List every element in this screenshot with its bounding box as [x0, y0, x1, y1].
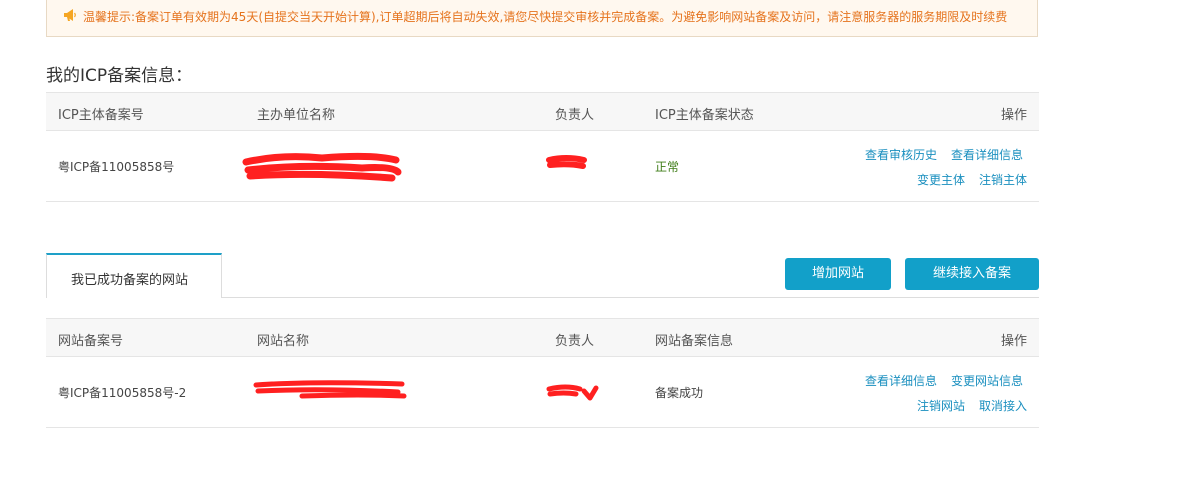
- redaction-mark: [242, 152, 402, 182]
- notice-text: 温馨提示:备案订单有效期为45天(自提交当天开始计算),订单超期后将自动失效,请…: [83, 10, 1008, 24]
- change-site-info-link[interactable]: 变更网站信息: [951, 372, 1023, 389]
- col-site-info: 网站备案信息: [655, 334, 734, 349]
- cancel-entity-link[interactable]: 注销主体: [979, 171, 1027, 188]
- cancel-site-link[interactable]: 注销网站: [917, 397, 965, 414]
- cancel-access-link[interactable]: 取消接入: [979, 397, 1027, 414]
- view-review-history-link[interactable]: 查看审核历史: [865, 146, 937, 163]
- icp-record-no: 粤ICP备11005858号: [58, 160, 175, 174]
- view-site-details-link[interactable]: 查看详细信息: [865, 372, 937, 389]
- tab-divider: [222, 297, 1039, 298]
- change-entity-link[interactable]: 变更主体: [917, 171, 965, 188]
- add-site-button[interactable]: 增加网站: [785, 258, 891, 290]
- redaction-mark: [546, 155, 587, 169]
- col-site-name: 网站名称: [257, 334, 310, 349]
- col-actions: 操作: [1000, 108, 1027, 123]
- site-filing-info: 备案成功: [655, 386, 704, 400]
- col-icp-status: ICP主体备案状态: [655, 108, 754, 123]
- col-icp-record-no: ICP主体备案号: [58, 108, 144, 123]
- redaction-mark: [253, 380, 407, 399]
- icp-table-header: ICP主体备案号 主办单位名称 负责人 ICP主体备案状态 操作: [46, 92, 1039, 131]
- col-owner: 负责人: [555, 108, 595, 123]
- redaction-mark: [546, 384, 599, 401]
- col-site-owner: 负责人: [555, 334, 595, 349]
- col-organizer-name: 主办单位名称: [257, 108, 336, 123]
- icp-status: 正常: [655, 160, 680, 174]
- tab-registered-sites[interactable]: 我已成功备案的网站: [46, 253, 222, 298]
- col-site-actions: 操作: [1000, 334, 1027, 349]
- table-row: 粤ICP备11005858号 正常 查看审核历史 查看详细信息 变更主体 注销主…: [46, 131, 1039, 202]
- icp-section-title: 我的ICP备案信息：: [46, 66, 193, 86]
- site-table-header: 网站备案号 网站名称 负责人 网站备案信息 操作: [46, 318, 1039, 357]
- icp-table: ICP主体备案号 主办单位名称 负责人 ICP主体备案状态 操作 粤ICP备11…: [46, 92, 1039, 203]
- col-site-record-no: 网站备案号: [58, 334, 124, 349]
- continue-filing-button[interactable]: 继续接入备案: [905, 258, 1039, 290]
- site-table: 网站备案号 网站名称 负责人 网站备案信息 操作 粤ICP备11005858号-…: [46, 318, 1039, 429]
- site-record-no: 粤ICP备11005858号-2: [58, 386, 187, 400]
- view-details-link[interactable]: 查看详细信息: [951, 146, 1023, 163]
- tab-registered-sites-label: 我已成功备案的网站: [71, 273, 189, 288]
- megaphone-icon: [64, 9, 76, 21]
- notice-bar: 温馨提示:备案订单有效期为45天(自提交当天开始计算),订单超期后将自动失效,请…: [46, 0, 1038, 37]
- table-row: 粤ICP备11005858号-2 备案成功 查看详细信息 变更网站信息 注销网站…: [46, 357, 1039, 428]
